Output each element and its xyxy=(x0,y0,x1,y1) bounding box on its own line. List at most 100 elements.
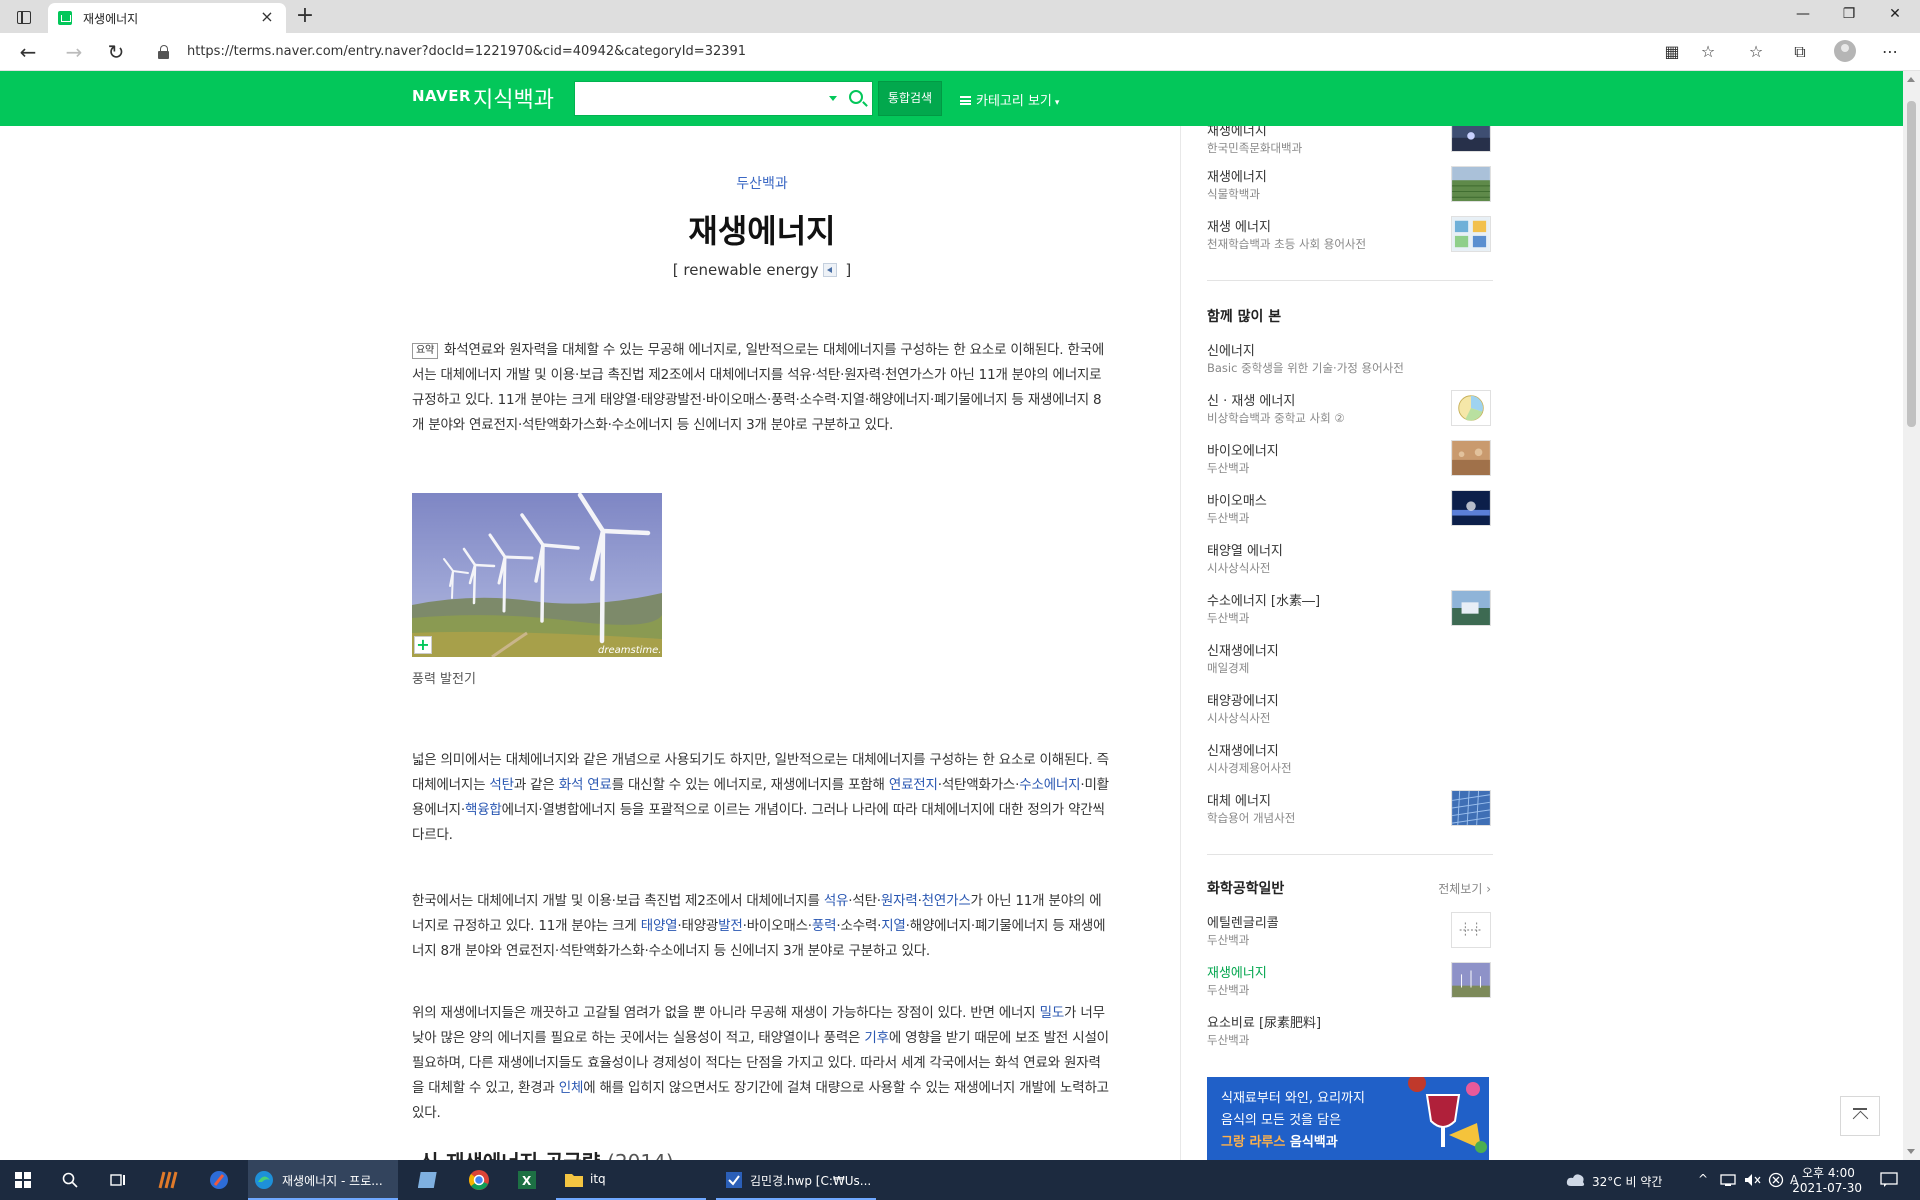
link-coal[interactable]: 석탄 xyxy=(489,777,514,793)
folder-icon xyxy=(565,1174,583,1187)
chevron-up-icon[interactable]: ^ xyxy=(1698,1172,1708,1186)
more-options-icon[interactable]: ⋯ xyxy=(1878,41,1902,63)
site-name[interactable]: 지식백과 xyxy=(473,82,554,114)
task-view-icon[interactable] xyxy=(110,1172,126,1188)
link-power-generation[interactable]: 발전 xyxy=(718,918,743,934)
lock-icon[interactable] xyxy=(158,45,170,59)
windows-start-icon[interactable] xyxy=(15,1172,31,1188)
link-nuclear-fusion[interactable]: 핵융합 xyxy=(465,802,502,818)
excel-icon[interactable]: X xyxy=(516,1169,538,1191)
link-geothermal[interactable]: 지열 xyxy=(881,918,906,934)
list-item[interactable]: 바이오매스 두산백과 xyxy=(1207,490,1493,536)
photo-credit: dreamstime. xyxy=(598,645,661,656)
ad-banner[interactable]: 식재료부터 와인, 요리까지 음식의 모든 것을 담은 그랑 라루스 음식백과 xyxy=(1207,1077,1489,1160)
taskbar-app-folder[interactable]: itq xyxy=(556,1160,706,1200)
link-hydrogen-energy[interactable]: 수소에너지 xyxy=(1019,777,1080,793)
text-span: 를 대신할 수 있는 에너지로, 재생에너지를 포함해 xyxy=(611,777,889,793)
app-install-icon[interactable]: ▦ xyxy=(1660,41,1684,63)
weather-cloud-icon[interactable] xyxy=(1566,1172,1586,1188)
wine-glass-icon xyxy=(1408,1077,1487,1153)
text-span: ·석탄액화가스· xyxy=(937,777,1020,793)
chrome-icon[interactable] xyxy=(468,1169,490,1191)
link-human-body[interactable]: 인체 xyxy=(559,1080,584,1096)
link-nuclear-power[interactable]: 원자력 xyxy=(881,893,918,909)
list-item[interactable]: 재생에너지 한국민족문화대백과 xyxy=(1207,126,1493,166)
chevron-down-icon: ▾ xyxy=(1054,98,1060,108)
summary-text: 화석연료와 원자력을 대체할 수 있는 무공해 에너지로, 일반적으로는 대체에… xyxy=(412,342,1105,433)
clock-time[interactable]: 오후 4:00 xyxy=(1802,1164,1855,1181)
alert-icon[interactable] xyxy=(1768,1172,1784,1188)
scroll-to-top-button[interactable] xyxy=(1840,1096,1880,1136)
page-scrollbar[interactable] xyxy=(1903,71,1920,1160)
link-density[interactable]: 밀도 xyxy=(1040,1005,1065,1021)
app-icon-notebook[interactable] xyxy=(418,1170,440,1190)
integrated-search-button[interactable]: 통합검색 xyxy=(878,81,942,116)
add-favorite-icon[interactable]: ☆ xyxy=(1696,41,1720,63)
link-wind-power[interactable]: 풍력 xyxy=(812,918,837,934)
app-icon-books[interactable] xyxy=(158,1170,180,1190)
speaker-icon[interactable] xyxy=(822,263,837,277)
search-input[interactable] xyxy=(574,81,873,116)
collections-icon[interactable]: ⧉ xyxy=(1788,41,1812,63)
list-item[interactable]: 신에너지 Basic 중학생을 위한 기술·가정 용어사전 xyxy=(1207,340,1493,386)
volume-icon[interactable] xyxy=(1744,1173,1762,1187)
taskbar-app-hwp[interactable]: 김민경.hwp [C:₩Us... xyxy=(716,1160,876,1200)
list-item[interactable]: 바이오에너지 두산백과 xyxy=(1207,440,1493,486)
article-source[interactable]: 두산백과 xyxy=(412,173,1112,193)
search-icon[interactable] xyxy=(849,90,863,104)
thumbnail-image xyxy=(1451,912,1491,948)
network-icon[interactable] xyxy=(1720,1173,1736,1187)
list-item[interactable]: 에틸렌글리콜 두산백과 xyxy=(1207,912,1493,958)
list-item[interactable]: 태양열 에너지 시사상식사전 xyxy=(1207,540,1493,586)
favorites-icon[interactable]: ☆ xyxy=(1744,41,1768,63)
link-fuel-cell[interactable]: 연료전지 xyxy=(889,777,938,793)
list-item-source: 비상학습백과 중학교 사회 ② xyxy=(1207,411,1345,425)
link-natural-gas[interactable]: 천연가스 xyxy=(922,893,971,909)
wind-turbine-photo[interactable]: dreamstime. + xyxy=(412,493,662,657)
link-petroleum[interactable]: 석유 xyxy=(824,893,849,909)
forward-icon[interactable]: → xyxy=(60,39,88,65)
browser-tab[interactable]: 재생에너지 × xyxy=(48,3,286,33)
thumbnail-image xyxy=(1451,440,1491,476)
list-item[interactable]: 수소에너지 [水素―] 두산백과 xyxy=(1207,590,1493,636)
new-tab-button[interactable]: + xyxy=(292,4,318,30)
tab-title: 재생에너지 xyxy=(83,12,139,26)
category-button[interactable]: 카테고리 보기 ▾ xyxy=(960,90,1059,109)
address-bar[interactable]: https://terms.naver.com/entry.naver?docI… xyxy=(187,44,746,59)
list-item[interactable]: 재생에너지 두산백과 xyxy=(1207,962,1493,1008)
weather-text[interactable]: 32°C 비 약간 xyxy=(1592,1173,1662,1190)
list-item[interactable]: 요소비료 [尿素肥料] 두산백과 xyxy=(1207,1012,1493,1058)
expand-image-icon[interactable]: + xyxy=(414,636,432,654)
link-solar-heat[interactable]: 태양열 xyxy=(641,918,678,934)
clock-date[interactable]: 2021-07-30 xyxy=(1792,1181,1862,1195)
link-climate[interactable]: 기후 xyxy=(864,1030,889,1046)
notification-icon[interactable] xyxy=(1880,1172,1898,1188)
scroll-thumb[interactable] xyxy=(1907,101,1916,427)
close-window-button[interactable]: ✕ xyxy=(1872,0,1918,30)
refresh-icon[interactable]: ↻ xyxy=(102,39,130,65)
list-item[interactable]: 신 · 재생 에너지 비상학습백과 중학교 사회 ② xyxy=(1207,390,1493,436)
list-item-title: 태양열 에너지 xyxy=(1207,544,1283,559)
profile-avatar[interactable] xyxy=(1834,40,1856,62)
list-item[interactable]: 신재생에너지 시사경제용어사전 xyxy=(1207,740,1493,786)
view-all-link[interactable]: 전체보기 › xyxy=(1438,880,1491,897)
list-item[interactable]: 대체 에너지 학습용어 개념사전 xyxy=(1207,790,1493,836)
list-item-title: 요소비료 [尿素肥料] xyxy=(1207,1016,1322,1031)
maximize-button[interactable]: ❐ xyxy=(1826,0,1872,30)
back-icon[interactable]: ← xyxy=(14,39,42,65)
scroll-down-icon[interactable] xyxy=(1907,1149,1915,1154)
app-icon-pen[interactable] xyxy=(208,1169,230,1191)
naver-logo[interactable]: NAVER xyxy=(412,87,471,105)
list-item[interactable]: 재생에너지 식물학백과 xyxy=(1207,166,1493,212)
minimize-button[interactable]: — xyxy=(1780,0,1826,30)
list-item[interactable]: 신재생에너지 매일경제 xyxy=(1207,640,1493,686)
taskbar-app-edge[interactable]: 재생에너지 - 프로... xyxy=(248,1160,398,1200)
link-fossil-fuel[interactable]: 화석 연료 xyxy=(559,777,612,793)
search-icon[interactable] xyxy=(62,1172,78,1188)
tab-close-icon[interactable]: × xyxy=(258,8,276,26)
list-item[interactable]: 재생 에너지 천재학습백과 초등 사회 용어사전 xyxy=(1207,216,1493,262)
search-dropdown-icon[interactable] xyxy=(829,96,837,101)
list-item[interactable]: 태양광에너지 시사상식사전 xyxy=(1207,690,1493,736)
scroll-up-icon[interactable] xyxy=(1907,77,1915,82)
tab-actions-icon[interactable] xyxy=(12,6,34,28)
